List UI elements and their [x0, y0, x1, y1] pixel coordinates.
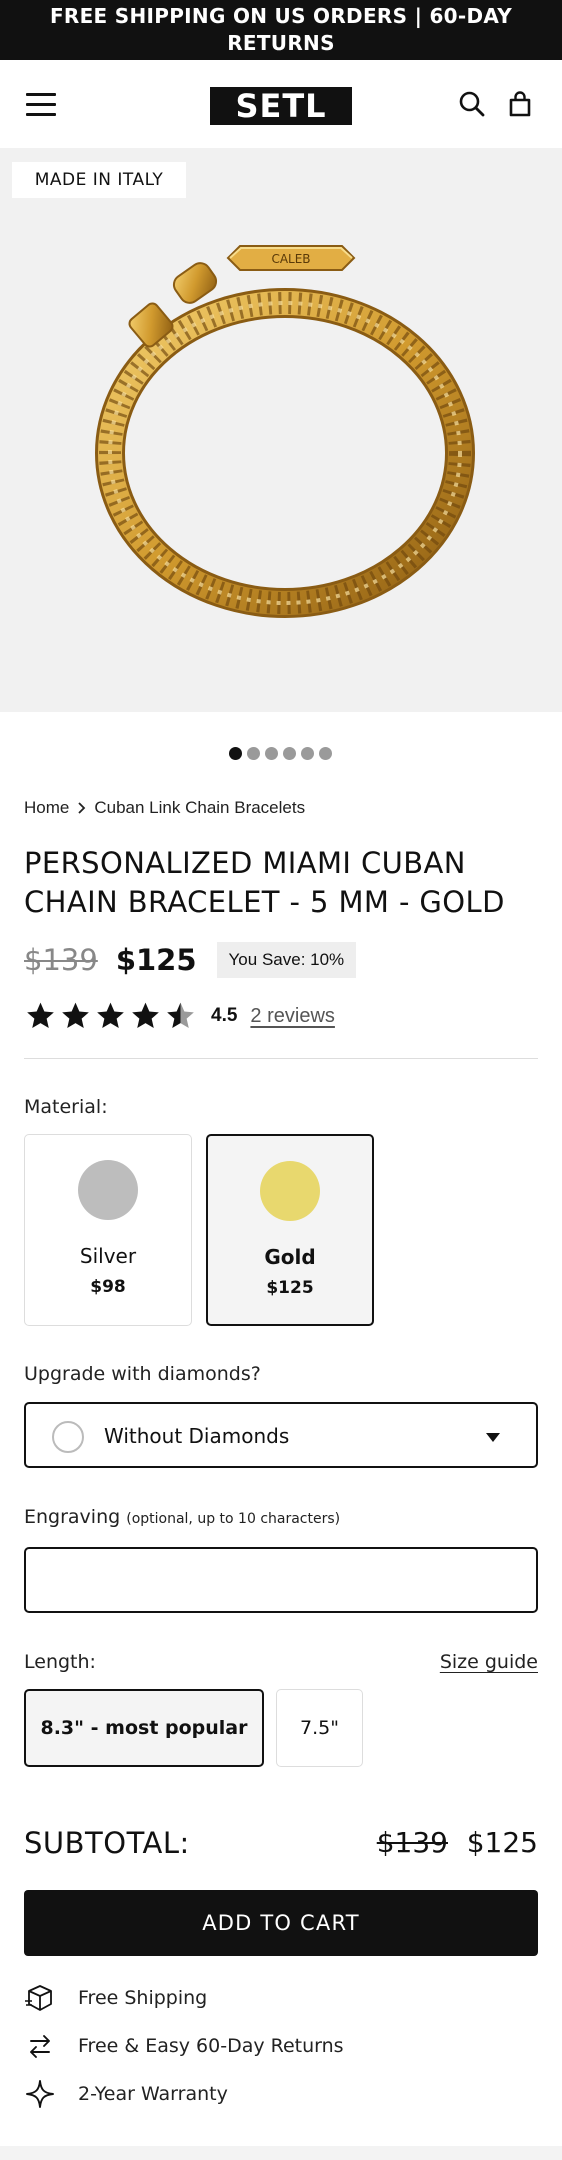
perk-text: Free Shipping [78, 1987, 208, 2009]
subtotal-price: $125 [466, 1826, 538, 1859]
perk-warranty: 2-Year Warranty [24, 2077, 228, 2111]
star-icon [132, 1002, 159, 1028]
star-rating [24, 1000, 197, 1032]
star-icon [97, 1002, 124, 1028]
breadcrumb: Home Cuban Link Chain Bracelets [24, 798, 305, 818]
bag-icon[interactable] [506, 90, 534, 118]
size-guide-link[interactable]: Size guide [440, 1651, 538, 1673]
gallery-pagination [229, 747, 332, 761]
returns-icon [30, 2035, 50, 2058]
savings-badge: You Save: 10% [216, 942, 357, 978]
footer-strip [0, 2146, 562, 2160]
sparkle-icon [26, 2080, 54, 2108]
bracelet-image: CALEB [95, 245, 475, 618]
diamonds-select[interactable]: Without Diamonds [24, 1402, 538, 1468]
svg-text:CALEB: CALEB [271, 252, 310, 266]
product-title: PERSONALIZED MIAMI CUBAN CHAIN BRACELET … [24, 846, 505, 919]
star-icon [27, 1002, 54, 1028]
pagination-dot[interactable] [319, 747, 332, 760]
length-option-8-3[interactable]: 8.3" - most popular [24, 1689, 264, 1767]
menu-icon[interactable] [26, 93, 56, 117]
caret-down-icon [486, 1433, 500, 1442]
star-icon [62, 1002, 89, 1028]
site-header: SETL [0, 60, 562, 148]
site-logo[interactable]: SETL [210, 87, 352, 125]
announcement-text: FREE SHIPPING ON US ORDERS | 60-DAY RETU… [49, 4, 513, 55]
add-to-cart-button[interactable]: ADD TO CART [24, 1890, 538, 1956]
diamonds-selected-value: Without Diamonds [104, 1424, 290, 1448]
gold-swatch [260, 1161, 320, 1221]
rating-value: 4.5 [211, 1005, 238, 1026]
rating-row: 4.5 2 reviews [24, 997, 335, 1035]
perk-free-shipping: Free Shipping [24, 1981, 207, 2015]
material-price: $125 [266, 1278, 314, 1298]
length-label: Length: [24, 1651, 96, 1673]
material-price: $98 [90, 1277, 126, 1297]
engraving-input[interactable] [24, 1547, 538, 1613]
pagination-dot[interactable] [265, 747, 278, 760]
chevron-right-icon [78, 802, 86, 814]
box-icon [25, 1985, 52, 2011]
price-row: $139 $125 You Save: 10% [24, 940, 357, 980]
engraving-label-text: Engraving [24, 1506, 121, 1528]
announcement-bar: FREE SHIPPING ON US ORDERS | 60-DAY RETU… [0, 0, 562, 60]
length-option-7-5[interactable]: 7.5" [276, 1689, 363, 1767]
material-name: Silver [79, 1244, 137, 1268]
half-star-icon [167, 1002, 194, 1028]
breadcrumb-current[interactable]: Cuban Link Chain Bracelets [94, 798, 305, 818]
breadcrumb-home[interactable]: Home [24, 798, 69, 818]
subtotal-original-price: $139 [376, 1826, 448, 1859]
material-option-silver[interactable]: Silver $98 [24, 1134, 192, 1326]
perk-text: 2-Year Warranty [78, 2083, 228, 2105]
perk-returns: Free & Easy 60-Day Returns [24, 2029, 344, 2063]
perk-text: Free & Easy 60-Day Returns [78, 2035, 344, 2057]
divider [24, 1058, 538, 1059]
material-label: Material: [24, 1096, 108, 1118]
sale-price: $125 [115, 943, 197, 977]
reviews-link[interactable]: 2 reviews [250, 1005, 334, 1028]
original-price: $139 [24, 943, 98, 977]
subtotal-row: SUBTOTAL: $139 $125 [24, 1826, 538, 1866]
product-gallery[interactable]: MADE IN ITALY CALEB [0, 148, 562, 712]
silver-swatch [78, 1160, 138, 1220]
engraving-label: Engraving (optional, up to 10 characters… [24, 1506, 340, 1528]
diamonds-label: Upgrade with diamonds? [24, 1363, 261, 1385]
pagination-dot[interactable] [247, 747, 260, 760]
pagination-dot[interactable] [283, 747, 296, 760]
material-name: Gold [264, 1245, 316, 1269]
made-in-italy-badge: MADE IN ITALY [12, 162, 186, 198]
subtotal-label: SUBTOTAL: [24, 1826, 190, 1860]
pagination-dot[interactable] [301, 747, 314, 760]
search-icon[interactable] [458, 90, 486, 118]
material-option-gold[interactable]: Gold $125 [206, 1134, 374, 1326]
pagination-dot[interactable] [229, 747, 242, 760]
engraving-hint: (optional, up to 10 characters) [126, 1511, 341, 1527]
radio-circle-icon [52, 1421, 84, 1453]
